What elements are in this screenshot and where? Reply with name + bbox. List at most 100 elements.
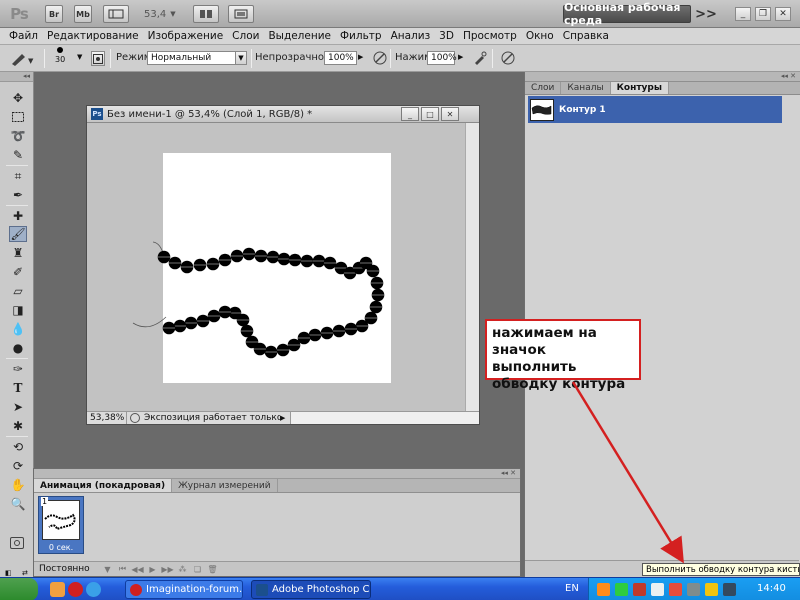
tray-icon[interactable] [633, 583, 646, 596]
menu-edit[interactable]: Редактирование [47, 30, 139, 42]
airbrush-button[interactable] [472, 50, 488, 66]
volume-icon[interactable] [723, 583, 736, 596]
bridge-button[interactable]: Br [45, 5, 63, 23]
tray-icon[interactable] [687, 583, 700, 596]
duplicate-frame-icon[interactable]: ❏ [190, 565, 205, 574]
clock[interactable]: 14:40 [757, 583, 786, 594]
frame-delay[interactable]: 0 сек. [39, 541, 83, 553]
panel-grip[interactable]: ◂◂ ✕ [525, 72, 800, 82]
quick-selection-tool-icon[interactable]: ✎ [9, 147, 27, 163]
menu-filter[interactable]: Фильтр [340, 30, 382, 42]
animation-frame[interactable]: 1 0 сек. [38, 496, 84, 554]
menu-select[interactable]: Выделение [268, 30, 331, 42]
blur-tool-icon[interactable]: 💧 [9, 321, 27, 337]
document-horizontal-scrollbar[interactable] [290, 412, 479, 424]
close-button[interactable]: ✕ [775, 7, 791, 21]
quick-mask-icon[interactable] [10, 537, 24, 549]
type-tool-icon[interactable]: T [9, 380, 27, 396]
workspace-button[interactable]: Основная рабочая среда [563, 1, 691, 27]
document-restore-button[interactable]: □ [421, 107, 439, 121]
next-frame-icon[interactable]: ▶▶ [160, 565, 175, 574]
loop-options-select[interactable]: Постоянно [34, 564, 100, 574]
tray-icon[interactable] [651, 583, 664, 596]
document-title-bar[interactable]: Ps Без имени-1 @ 53,4% (Слой 1, RGB/8) *… [87, 106, 479, 123]
minimize-button[interactable]: _ [735, 7, 751, 21]
zoom-level-combo[interactable]: 53,4 ▼ [144, 5, 186, 23]
tray-icon[interactable] [615, 583, 628, 596]
shape-tool-icon[interactable]: ✱ [9, 418, 27, 434]
canvas-area[interactable] [87, 123, 465, 411]
taskbar-item-browser[interactable]: Imagination-forum.co... [125, 580, 243, 599]
brush-preset-picker[interactable]: 30 [55, 47, 65, 64]
flow-field[interactable]: 100% [427, 51, 457, 65]
tab-layers[interactable]: Слои [525, 82, 562, 94]
menu-3d[interactable]: 3D [439, 30, 454, 42]
menu-file[interactable]: Файл [9, 30, 38, 42]
arrange-documents-button[interactable] [193, 5, 219, 23]
brush-tool-icon[interactable]: 🖌 [9, 226, 27, 242]
tray-icon[interactable] [705, 583, 718, 596]
opera-quicklaunch-icon[interactable] [68, 582, 83, 597]
menu-layers[interactable]: Слои [232, 30, 259, 42]
play-icon[interactable]: ▶ [145, 565, 160, 574]
marquee-tool-icon[interactable] [9, 109, 27, 125]
path-selection-tool-icon[interactable]: ➤ [9, 399, 27, 415]
menu-view[interactable]: Просмотр [463, 30, 517, 42]
flow-slider-toggle[interactable]: ▶ [458, 53, 463, 61]
restore-button[interactable]: ❐ [755, 7, 771, 21]
canvas[interactable] [87, 123, 465, 411]
swap-colors-icon[interactable]: ⇄ [22, 569, 28, 577]
menu-analysis[interactable]: Анализ [391, 30, 431, 42]
menu-image[interactable]: Изображение [148, 30, 224, 42]
crop-tool-icon[interactable]: ⌗ [9, 168, 27, 184]
status-menu-arrow[interactable]: ▶ [280, 414, 290, 422]
blend-mode-select[interactable]: Нормальный [147, 51, 236, 65]
gradient-tool-icon[interactable]: ◨ [9, 302, 27, 318]
tray-icon[interactable] [597, 583, 610, 596]
tab-channels[interactable]: Каналы [561, 82, 611, 94]
status-zoom[interactable]: 53,38% [87, 412, 127, 424]
previous-frame-icon[interactable]: ◀◀ [130, 565, 145, 574]
pen-tool-icon[interactable]: ✑ [9, 361, 27, 377]
menu-window[interactable]: Окно [526, 30, 554, 42]
tool-preset-picker[interactable]: ▼ [8, 50, 34, 67]
workspace-more-button[interactable]: >> [695, 5, 717, 23]
document-vertical-scrollbar[interactable] [465, 123, 479, 411]
first-frame-icon[interactable]: ⏮ [115, 564, 130, 574]
tab-measurement-log[interactable]: Журнал измерений [172, 479, 278, 492]
eraser-tool-icon[interactable]: ▱ [9, 283, 27, 299]
hand-tool-icon[interactable]: ✋ [9, 477, 27, 493]
panel-grip[interactable]: ◂◂ ✕ [34, 469, 520, 479]
minibridge-button[interactable]: Mb [74, 5, 92, 23]
healing-brush-tool-icon[interactable]: ✚ [9, 208, 27, 224]
ie-quicklaunch-icon[interactable] [86, 582, 101, 597]
3d-orbit-tool-icon[interactable]: ⟳ [9, 458, 27, 474]
zoom-tool-icon[interactable]: 🔍 [9, 496, 27, 512]
tab-animation[interactable]: Анимация (покадровая) [34, 479, 173, 492]
move-tool-icon[interactable]: ✥ [9, 90, 27, 106]
document-minimize-button[interactable]: _ [401, 107, 419, 121]
path-row[interactable]: Контур 1 [528, 96, 782, 123]
3d-rotate-tool-icon[interactable]: ⟲ [9, 439, 27, 455]
lasso-tool-icon[interactable]: ➰ [9, 128, 27, 144]
delete-frame-icon[interactable]: 🗑 [205, 565, 220, 574]
history-brush-tool-icon[interactable]: ✐ [9, 264, 27, 280]
eyedropper-tool-icon[interactable]: ✒ [9, 187, 27, 203]
language-indicator[interactable]: EN [565, 583, 579, 594]
tablet-size-button[interactable] [500, 50, 516, 66]
toggle-brush-panel-button[interactable] [91, 51, 105, 66]
taskbar-item-photoshop[interactable]: Adobe Photoshop CS... [251, 580, 371, 599]
default-colors-icon[interactable]: ◧ [5, 569, 12, 577]
document-close-button[interactable]: ✕ [441, 107, 459, 121]
panel-grip[interactable]: ◂◂ [0, 72, 33, 82]
start-button[interactable] [0, 578, 38, 600]
chevron-down-icon[interactable]: ▼ [77, 53, 82, 61]
opacity-field[interactable]: 100% [324, 51, 357, 65]
blend-mode-dropdown[interactable]: ▼ [235, 51, 247, 65]
clone-stamp-tool-icon[interactable]: ♜ [9, 245, 27, 261]
tab-paths[interactable]: Контуры [610, 82, 669, 94]
dodge-tool-icon[interactable]: ● [9, 340, 27, 356]
chevron-down-icon[interactable]: ▼ [100, 565, 115, 574]
tween-icon[interactable]: ⁂ [175, 565, 190, 574]
view-extras-button[interactable] [103, 5, 129, 23]
